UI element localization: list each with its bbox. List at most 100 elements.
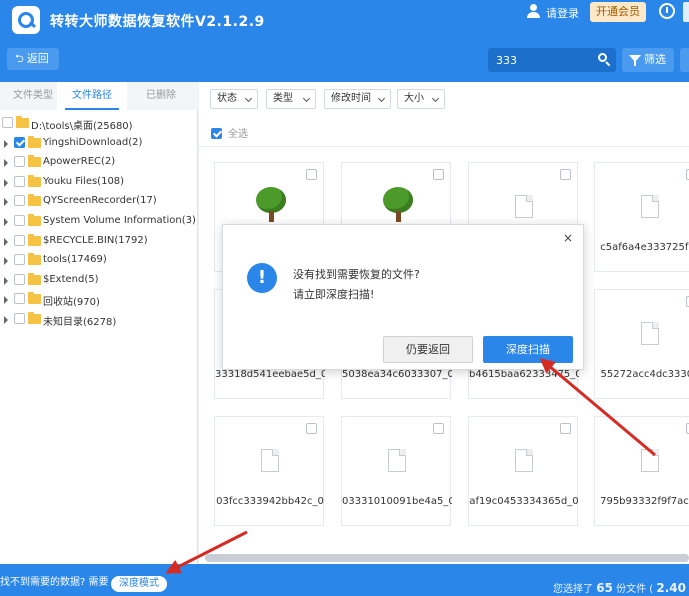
tree-checkbox[interactable] [14,313,25,324]
file-card[interactable]: 03fcc333942bb42c_0 [214,416,324,526]
file-card[interactable]: af19c0453334365d_0 [468,416,579,526]
caret-right-icon[interactable] [4,139,8,148]
tree-checkbox[interactable] [2,117,13,128]
status-bar: 找不到需要的数据? 需要 深度模式 您选择了 65 份文件 ( 2.40 G [0,564,689,596]
tree-checkbox[interactable] [14,175,25,187]
tree-checkbox[interactable] [14,136,25,148]
caret-right-icon[interactable] [4,218,8,226]
search-input[interactable] [496,51,592,69]
file-checkbox[interactable] [560,423,571,434]
file-card[interactable]: 03331010091be4a5_0 [341,416,452,526]
support-icon[interactable] [659,3,675,19]
folder-icon [28,272,41,285]
dialog-submessage: 请立即深度扫描! [293,288,375,301]
caret-right-icon[interactable] [4,257,8,266]
file-checkbox[interactable] [306,169,317,180]
tree-item-label: System Volume Information(3) [43,215,196,226]
close-icon[interactable]: × [563,231,573,245]
app-logo-icon [12,6,40,34]
sidebar: 文件类型 文件路径 已删除 D:\tools\桌面(25680) YingshiD… [0,82,198,564]
tree-checkbox[interactable] [14,234,25,246]
tree-item[interactable]: D:\tools\桌面(25680) [0,114,198,134]
tree-checkbox[interactable] [14,293,25,305]
caret-right-icon[interactable] [4,159,8,168]
deep-mode-button[interactable]: 深度模式 [111,576,167,592]
caret-right-icon[interactable] [4,316,8,324]
tree-item[interactable]: ApowerREC(2) [0,153,198,173]
caret-right-icon[interactable] [4,237,8,246]
user-icon[interactable] [526,4,540,18]
file-checkbox[interactable] [306,423,317,434]
tree-item[interactable]: QYScreenRecorder(17) [0,192,198,212]
back-arrow-icon: ⮌ [15,52,24,65]
tree-checkbox[interactable] [14,273,25,285]
back-button[interactable]: ⮌ 返回 [7,48,59,70]
tree-item-label: YingshiDownload(2) [43,136,143,148]
file-name: c5af6a4e333725f9_ [600,242,689,253]
tree-item[interactable]: 回收站(970) [0,290,198,310]
tree-checkbox[interactable] [14,195,25,207]
app-title: 转转大师数据恢复软件V2.1.2.9 [50,14,265,30]
go-back-button[interactable]: 仍要返回 [383,336,473,363]
more-button[interactable] [680,48,689,72]
chevron-down-icon [431,94,440,103]
file-name: 33318d541eebae5d_0 [215,369,325,380]
file-checkbox[interactable] [433,423,444,434]
file-card[interactable]: 795b93332f9f7ace_ [594,416,689,526]
folder-icon [16,116,29,128]
tree-item[interactable]: Youku Files(108) [0,173,198,193]
tree-item-label: Youku Files(108) [43,175,125,187]
tree-item[interactable]: YingshiDownload(2) [0,134,198,154]
scrollbar-thumb[interactable] [205,554,689,562]
file-name: 5038ea34c6033307_0 [342,369,452,380]
caret-right-icon[interactable] [4,178,8,187]
deep-scan-button[interactable]: 深度扫描 [483,336,573,363]
file-name: af19c0453334365d_0 [469,496,579,507]
size-dropdown[interactable]: 大小 [397,89,445,109]
caret-right-icon[interactable] [4,276,8,285]
deep-scan-dialog: × ! 没有找到需要恢复的文件? 请立即深度扫描! 仍要返回 深度扫描 [222,224,584,370]
search-icon[interactable] [598,53,611,67]
tree-item[interactable]: $RECYCLE.BIN(1792) [0,232,198,252]
folder-icon [28,135,41,148]
select-all[interactable]: 全选 [211,125,248,140]
folder-icon [28,292,41,305]
filter-bar: 状态 类型 修改时间 大小 [199,82,689,116]
horizontal-scrollbar[interactable] [205,554,689,562]
file-checkbox[interactable] [560,169,571,180]
menu-icon[interactable] [683,2,689,22]
file-card[interactable]: 55272acc4dc33307 [594,289,689,399]
caret-right-icon[interactable] [4,296,8,305]
vip-button[interactable]: 开通会员 [590,2,646,22]
warning-icon: ! [247,263,277,293]
file-card[interactable]: c5af6a4e333725f9_ [594,162,689,272]
folder-icon [28,194,41,207]
file-checkbox[interactable] [433,169,444,180]
divider [199,146,689,147]
tree-item[interactable]: $Extend(5) [0,271,198,291]
doc-icon [641,322,659,345]
tree-item[interactable]: 未知目录(6278) [0,310,198,330]
login-link[interactable]: 请登录 [546,5,579,21]
tree-item-label: $RECYCLE.BIN(1792) [43,234,148,246]
tree-item[interactable]: System Volume Information(3) [0,212,198,232]
tab-deleted[interactable]: 已删除 [128,82,194,110]
tree-item[interactable]: tools(17469) [0,251,198,271]
filter-button[interactable]: 筛选 [622,48,674,72]
chevron-down-icon [377,94,386,103]
folder-icon [28,312,41,324]
tree-item-label: D:\tools\桌面(25680) [31,121,133,132]
tree-checkbox[interactable] [14,156,25,168]
modified-dropdown[interactable]: 修改时间 [324,89,391,109]
type-dropdown[interactable]: 类型 [266,89,316,109]
select-all-checkbox[interactable] [211,128,222,139]
doc-icon [261,449,279,472]
tab-file-path[interactable]: 文件路径 [57,82,127,110]
folder-icon [28,253,41,266]
folder-icon [28,233,41,246]
status-dropdown[interactable]: 状态 [210,89,258,109]
tree-checkbox[interactable] [14,215,25,226]
doc-icon [515,449,533,472]
tree-checkbox[interactable] [14,254,25,266]
caret-right-icon[interactable] [4,198,8,207]
